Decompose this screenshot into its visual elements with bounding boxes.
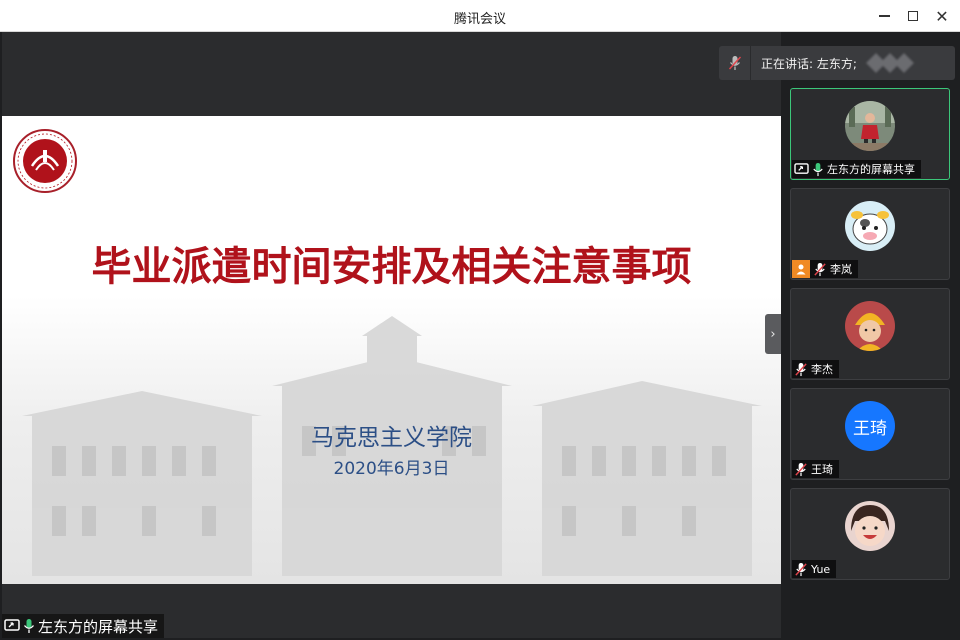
speaking-text: 正在讲话: 左东方; — [761, 56, 857, 71]
avatar: 王琦 — [845, 401, 895, 451]
slide-title: 毕业派遣时间安排及相关注意事项 — [91, 244, 692, 290]
slide-date: 2020年6月3日 — [333, 459, 450, 479]
mic-muted-icon — [795, 362, 807, 376]
participant-name: Yue — [811, 562, 831, 576]
mic-muted-icon — [795, 462, 807, 476]
participant-label: 左东方的屏幕共享 — [792, 160, 921, 178]
participant-label: 李岚 — [792, 260, 858, 278]
participant-tile[interactable]: 李杰 — [790, 288, 950, 380]
photo-child-hat-icon — [845, 301, 895, 351]
university-logo — [13, 129, 77, 193]
participant-tile[interactable]: 李岚 — [790, 188, 950, 280]
close-icon: ✕ — [935, 6, 949, 26]
participant-name: 李岚 — [830, 263, 852, 276]
person-icon — [792, 260, 810, 278]
chevron-right-icon: › — [770, 326, 776, 342]
minimize-icon — [878, 15, 890, 17]
window-title: 腾讯会议 — [453, 12, 506, 27]
collapse-panel-button[interactable]: › — [765, 314, 781, 354]
screen-share-label: 左东方的屏幕共享 — [38, 617, 159, 636]
mic-muted-icon — [795, 562, 807, 576]
participant-tile[interactable]: 左东方的屏幕共享 — [790, 88, 950, 180]
participant-tile[interactable]: Yue — [790, 488, 950, 580]
mic-on-icon — [23, 619, 35, 633]
participant-label: 王琦 — [792, 460, 839, 478]
screen-share-icon — [794, 162, 809, 174]
participant-tile[interactable]: 王琦 王琦 — [790, 388, 950, 480]
screen-share-tag: 左东方的屏幕共享 — [2, 614, 165, 638]
screen-share-icon — [4, 619, 20, 631]
participant-label: 李杰 — [792, 360, 839, 378]
close-button[interactable]: ✕ — [930, 4, 954, 28]
slide-organization: 马克思主义学院 — [311, 425, 472, 451]
participant-label: Yue — [792, 560, 837, 578]
participant-name: 王琦 — [811, 463, 833, 476]
cartoon-cow-icon — [845, 201, 895, 251]
participant-name: 李杰 — [811, 363, 833, 376]
maximize-icon — [908, 11, 918, 21]
mic-muted-icon — [814, 262, 826, 276]
speaking-mic — [719, 46, 751, 80]
photo-girl-icon — [845, 101, 895, 151]
minimize-button[interactable] — [872, 4, 896, 28]
blurred-name — [866, 53, 914, 73]
meeting-window: 腾讯会议 ✕ 毕业派遣时间安排及相关注意事项 马克思主义学院 2020年6月3日… — [0, 0, 960, 640]
presentation-slide: 毕业派遣时间安排及相关注意事项 马克思主义学院 2020年6月3日 — [2, 116, 781, 584]
speaking-indicator: 正在讲话: 左东方; — [719, 46, 955, 80]
photo-child-smile-icon — [845, 501, 895, 551]
mic-on-icon — [813, 162, 823, 176]
title-bar: 腾讯会议 ✕ — [0, 0, 960, 32]
mic-muted-icon — [728, 56, 741, 70]
participant-name: 左东方的屏幕共享 — [827, 163, 915, 176]
shared-screen-stage: 毕业派遣时间安排及相关注意事项 马克思主义学院 2020年6月3日 — [2, 32, 781, 638]
maximize-button[interactable] — [901, 4, 925, 28]
